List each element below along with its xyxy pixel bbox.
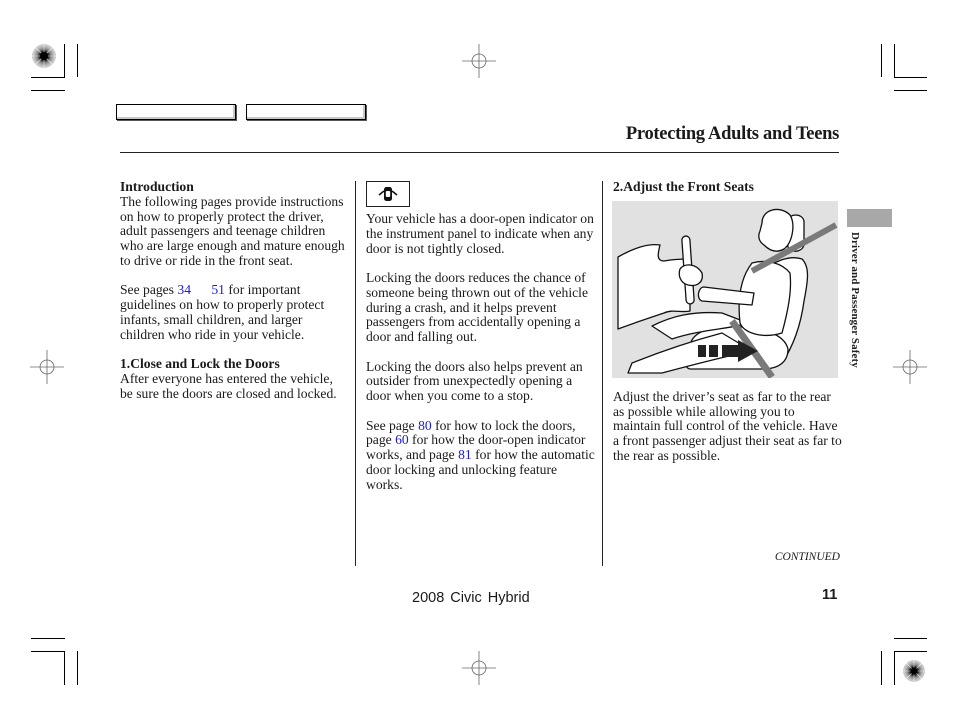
step1-paragraph: After everyone has entered the vehicle, …	[120, 370, 337, 401]
nav-button-index[interactable]	[246, 104, 366, 120]
column-right: 2.Adjust the Front Seats Adjust the driv…	[612, 179, 843, 478]
step2-paragraph: Adjust the driver’s seat as far to the r…	[613, 388, 842, 463]
column-left: Introduction The following pages provide…	[120, 179, 345, 416]
column-divider	[355, 181, 356, 566]
link-page-34[interactable]: 34	[177, 282, 191, 297]
crosshair-left-icon	[30, 350, 64, 384]
title-divider	[120, 152, 839, 153]
link-page-80[interactable]: 80	[418, 418, 432, 433]
section-heading-introduction: Introduction	[120, 179, 194, 194]
see-pages-paragraph: See pages 34 51 for important guidelines…	[120, 282, 325, 342]
section-label: Driver and Passenger Safety	[849, 232, 861, 368]
page-title: Protecting Adults and Teens	[625, 124, 839, 144]
vehicle-model: 2008 Civic Hybrid	[412, 590, 530, 606]
link-page-81[interactable]: 81	[458, 447, 472, 462]
outsider-paragraph: Locking the doors also helps prevent an …	[366, 358, 583, 403]
door-open-indicator-icon	[378, 187, 398, 201]
page-number: 11	[822, 587, 838, 603]
nav-button-main-menu[interactable]	[116, 104, 236, 120]
link-page-51[interactable]: 51	[211, 282, 225, 297]
column-divider	[602, 181, 603, 566]
driver-seat-illustration	[617, 208, 838, 379]
intro-paragraph: The following pages provide instructions…	[120, 193, 345, 268]
column-middle: Your vehicle has a door-open indicator o…	[366, 181, 596, 507]
link-page-60[interactable]: 60	[395, 432, 409, 447]
door-indicator-paragraph: Your vehicle has a door-open indicator o…	[366, 211, 594, 256]
crosshair-top-icon	[462, 44, 496, 78]
registration-target-icon	[903, 660, 925, 682]
crosshair-bottom-icon	[462, 651, 496, 685]
section-heading-adjust-seats: 2.Adjust the Front Seats	[613, 179, 754, 194]
section-tab[interactable]	[847, 209, 892, 227]
crosshair-right-icon	[893, 350, 927, 384]
locking-paragraph: Locking the doors reduces the chance of …	[366, 270, 588, 344]
references-paragraph: See page 80 for how to lock the doors, p…	[366, 417, 595, 492]
registration-target-icon	[32, 44, 56, 68]
door-open-indicator-box	[366, 181, 410, 207]
section-heading-close-lock-doors: 1.Close and Lock the Doors	[120, 356, 280, 371]
seat-adjust-illustration	[612, 200, 838, 379]
continued-label: CONTINUED	[774, 551, 840, 563]
